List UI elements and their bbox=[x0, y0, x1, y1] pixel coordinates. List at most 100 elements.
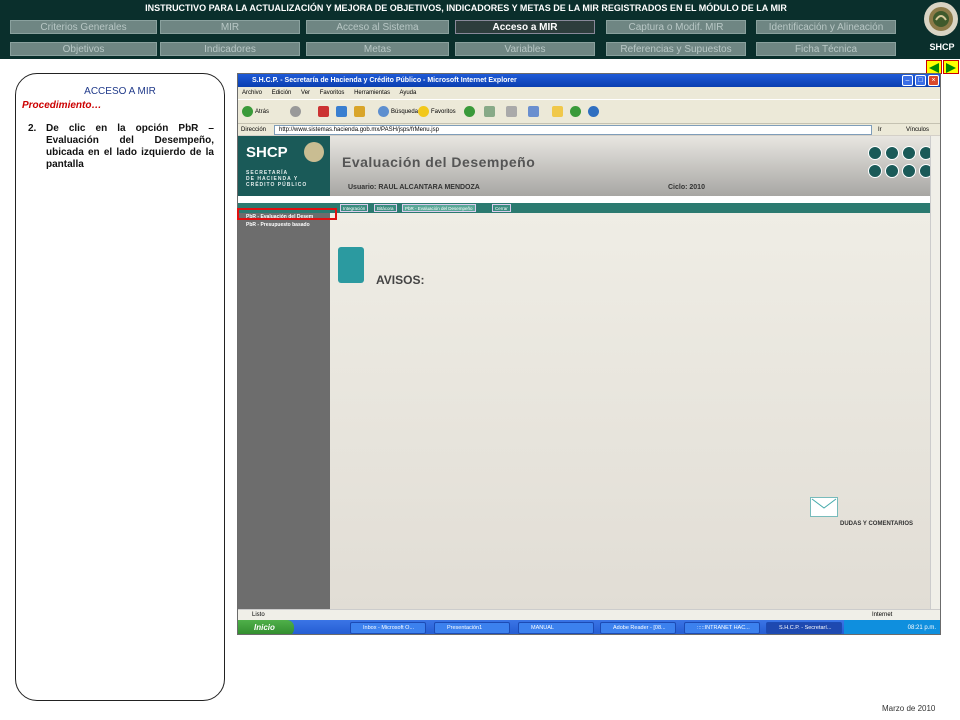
back-icon bbox=[242, 106, 253, 117]
history-button[interactable] bbox=[464, 106, 477, 118]
address-input[interactable]: http://www.sistemas.hacienda.gob.mx/PASH… bbox=[274, 125, 872, 135]
folder-icon bbox=[552, 106, 563, 117]
search-button[interactable]: Búsqueda bbox=[378, 106, 418, 118]
nav-tab-criterios-generales[interactable]: Criterios Generales bbox=[10, 20, 157, 34]
vertical-scrollbar[interactable] bbox=[930, 136, 940, 609]
document-title: INSTRUCTIVO PARA LA ACTUALIZACIÓN Y MEJO… bbox=[145, 3, 787, 13]
mail-button[interactable] bbox=[484, 106, 497, 118]
mail-icon bbox=[484, 106, 495, 117]
leftnav-pbr-presupuesto[interactable]: PbR - Presupuesto basado bbox=[246, 221, 338, 229]
dudas-link[interactable]: DUDAS Y COMENTARIOS bbox=[840, 521, 913, 527]
nav-tab-acceso-al-sistema[interactable]: Acceso al Sistema bbox=[306, 20, 449, 34]
step-text: De clic en la opción PbR – Evaluación de… bbox=[46, 123, 214, 170]
mail-icon[interactable] bbox=[885, 146, 899, 160]
refresh-icon bbox=[336, 106, 347, 117]
menu-ver[interactable]: Ver bbox=[301, 90, 310, 96]
page-content: AVISOS: DUDAS Y COMENTARIOS bbox=[330, 213, 930, 609]
phone-icon[interactable] bbox=[868, 146, 882, 160]
nav-tab-mir[interactable]: MIR bbox=[160, 20, 300, 34]
banner-icon-group bbox=[866, 144, 930, 184]
tab-bitacora[interactable]: Bitácora bbox=[374, 204, 397, 212]
nav-tab-objetivos[interactable]: Objetivos bbox=[10, 42, 157, 56]
task-adobe[interactable]: Adobe Reader - [08... bbox=[600, 622, 676, 634]
back-icon[interactable] bbox=[902, 164, 916, 178]
slide-nav-arrows bbox=[924, 60, 960, 74]
maximize-icon[interactable]: □ bbox=[915, 75, 926, 86]
menu-ayuda[interactable]: Ayuda bbox=[399, 90, 416, 96]
mexico-seal-icon bbox=[924, 2, 958, 36]
forward-button[interactable] bbox=[290, 106, 303, 118]
instruction-panel: ACCESO A MIR Procedimiento… 2. De clic e… bbox=[15, 73, 225, 701]
ie-toolbar: Atrás Búsqueda Favoritos bbox=[238, 99, 940, 123]
banner-shcp-logo: SHCP bbox=[246, 144, 288, 161]
shcp-logo: SHCP bbox=[929, 42, 955, 52]
home-icon bbox=[354, 106, 365, 117]
favorites-button[interactable]: Favoritos bbox=[418, 106, 456, 118]
book-icon bbox=[338, 247, 364, 283]
step-number: 2. bbox=[28, 123, 37, 134]
ie-title-bar: S.H.C.P. - Secretaría de Hacienda y Créd… bbox=[238, 74, 940, 87]
nav-tab-identificacion-alineacion[interactable]: Identificación y Alineación bbox=[756, 20, 896, 34]
avisos-heading: AVISOS: bbox=[376, 273, 425, 287]
web-page: SHCP SECRETARÍA DE HACIENDA Y CRÉDITO PÚ… bbox=[238, 136, 930, 609]
home-icon[interactable] bbox=[902, 146, 916, 160]
address-label: Dirección bbox=[241, 127, 267, 133]
start-button[interactable]: Inicio bbox=[238, 620, 294, 634]
menu-herramientas[interactable]: Herramientas bbox=[354, 90, 390, 96]
history-icon bbox=[464, 106, 475, 117]
next-arrow-icon[interactable] bbox=[943, 60, 959, 74]
status-text: Listo bbox=[252, 612, 265, 618]
tab-cerrar[interactable]: Cerrar bbox=[492, 204, 511, 212]
edit-icon bbox=[528, 106, 539, 117]
print-icon bbox=[506, 106, 517, 117]
go-button[interactable]: Ir bbox=[878, 124, 882, 136]
menu-bar: Archivo Edición Ver Favoritos Herramient… bbox=[238, 87, 940, 99]
prev-arrow-icon[interactable] bbox=[926, 60, 942, 74]
help-icon[interactable] bbox=[919, 164, 930, 178]
nav-tab-captura-modif-mir[interactable]: Captura o Modif. MIR bbox=[606, 20, 746, 34]
tab-integracion[interactable]: Integración bbox=[340, 204, 369, 212]
nav-tab-variables[interactable]: Variables bbox=[455, 42, 595, 56]
nav-tab-indicadores[interactable]: Indicadores bbox=[160, 42, 300, 56]
task-inbox[interactable]: Inbox - Microsoft O... bbox=[350, 622, 426, 634]
nav-tab-metas[interactable]: Metas bbox=[306, 42, 449, 56]
task-intranet[interactable]: :::::INTRANET HAC... bbox=[684, 622, 760, 634]
task-manual[interactable]: MANUAL bbox=[518, 622, 594, 634]
edit-button[interactable] bbox=[528, 106, 541, 118]
nav-tab-acceso-a-mir[interactable]: Acceso a MIR bbox=[455, 20, 595, 34]
instruction-step: 2. De clic en la opción PbR – Evaluación… bbox=[28, 123, 218, 171]
close-icon[interactable]: × bbox=[928, 75, 939, 86]
windows-taskbar: Inicio Inbox - Microsoft O... Presentaci… bbox=[238, 620, 940, 634]
menu-edicion[interactable]: Edición bbox=[272, 90, 292, 96]
banner-ciclo: Ciclo: 2010 bbox=[668, 184, 705, 191]
task-presentacion[interactable]: Presentación1 bbox=[434, 622, 510, 634]
envelope-icon[interactable] bbox=[810, 497, 838, 517]
nav-tab-referencias-supuestos[interactable]: Referencias y Supuestos bbox=[606, 42, 746, 56]
search-icon bbox=[378, 106, 389, 117]
address-bar: Dirección http://www.sistemas.hacienda.g… bbox=[238, 123, 940, 135]
menu-archivo[interactable]: Archivo bbox=[242, 90, 262, 96]
task-shcp[interactable]: S.H.C.P. - Secretarí... bbox=[766, 622, 842, 634]
minimize-icon[interactable]: – bbox=[902, 75, 913, 86]
nav-tab-ficha-tecnica[interactable]: Ficha Técnica bbox=[756, 42, 896, 56]
minus-icon[interactable] bbox=[885, 164, 899, 178]
clock: 08:21 p.m. bbox=[907, 625, 936, 631]
folder-button[interactable] bbox=[552, 106, 565, 118]
stop-button[interactable] bbox=[318, 106, 331, 118]
links-label[interactable]: Vínculos bbox=[906, 124, 929, 136]
system-tray: 08:21 p.m. bbox=[844, 620, 940, 634]
home-button[interactable] bbox=[354, 106, 367, 118]
close-icon[interactable] bbox=[919, 146, 930, 160]
record-icon[interactable] bbox=[868, 164, 882, 178]
messenger-button[interactable] bbox=[570, 106, 583, 118]
tab-pbr-evaluacion[interactable]: PbR - Evaluación del Desempeño bbox=[402, 204, 476, 212]
refresh-button[interactable] bbox=[336, 106, 349, 118]
footer-date: Marzo de 2010 bbox=[882, 704, 936, 713]
back-button[interactable]: Atrás bbox=[242, 106, 269, 118]
banner-heading: Evaluación del Desempeño bbox=[342, 154, 536, 170]
research-button[interactable] bbox=[588, 106, 601, 118]
forward-icon bbox=[290, 106, 301, 117]
print-button[interactable] bbox=[506, 106, 519, 118]
messenger-icon bbox=[570, 106, 581, 117]
menu-favoritos[interactable]: Favoritos bbox=[320, 90, 345, 96]
